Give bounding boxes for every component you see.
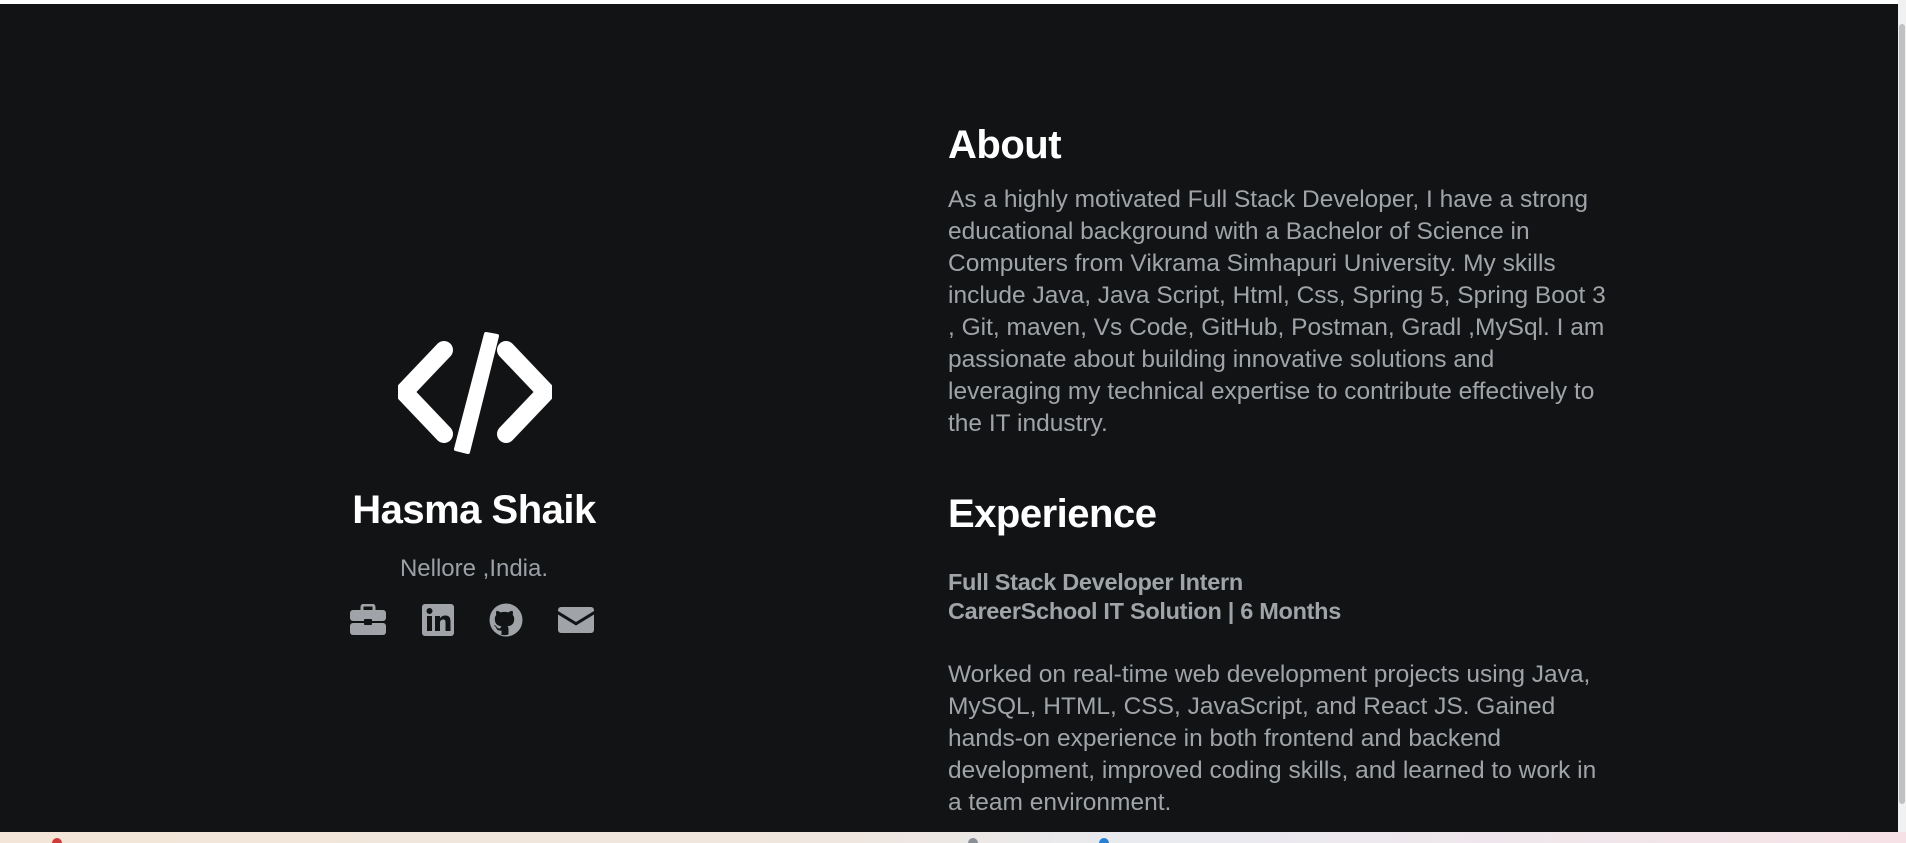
experience-heading: Experience xyxy=(948,492,1157,536)
taskbar-app-icon[interactable] xyxy=(1099,838,1109,843)
github-icon xyxy=(489,603,523,637)
profile-name: Hasma Shaik xyxy=(352,488,596,532)
vertical-scrollbar[interactable] xyxy=(1898,0,1906,843)
about-heading: About xyxy=(948,123,1062,167)
envelope-icon xyxy=(558,607,594,633)
code-slash-icon xyxy=(398,332,552,454)
taskbar-strip xyxy=(0,832,1906,843)
profile-location: Nellore ,India. xyxy=(399,555,549,582)
portfolio-link[interactable] xyxy=(348,602,388,638)
linkedin-icon xyxy=(422,604,454,636)
scrollbar-thumb[interactable] xyxy=(1899,24,1905,804)
job-company: CareerSchool IT Solution | 6 Months xyxy=(948,598,1341,624)
job-description: Worked on real-time web development proj… xyxy=(948,661,1597,816)
about-paragraph: As a highly motivated Full Stack Develop… xyxy=(948,186,1606,437)
social-links xyxy=(348,602,608,642)
portfolio-page: Hasma Shaik Nellore ,India. About As a h… xyxy=(0,4,1898,832)
github-link[interactable] xyxy=(486,602,526,638)
profile-column: Hasma Shaik Nellore ,India. xyxy=(300,4,648,832)
taskbar-app-icon[interactable] xyxy=(52,838,62,843)
taskbar-app-icon[interactable] xyxy=(968,838,978,843)
linkedin-link[interactable] xyxy=(418,602,458,638)
job-role: Full Stack Developer Intern xyxy=(948,569,1243,595)
briefcase-icon xyxy=(350,604,386,635)
email-link[interactable] xyxy=(556,602,596,638)
job-header: Full Stack Developer Intern CareerSchool… xyxy=(948,568,1613,626)
